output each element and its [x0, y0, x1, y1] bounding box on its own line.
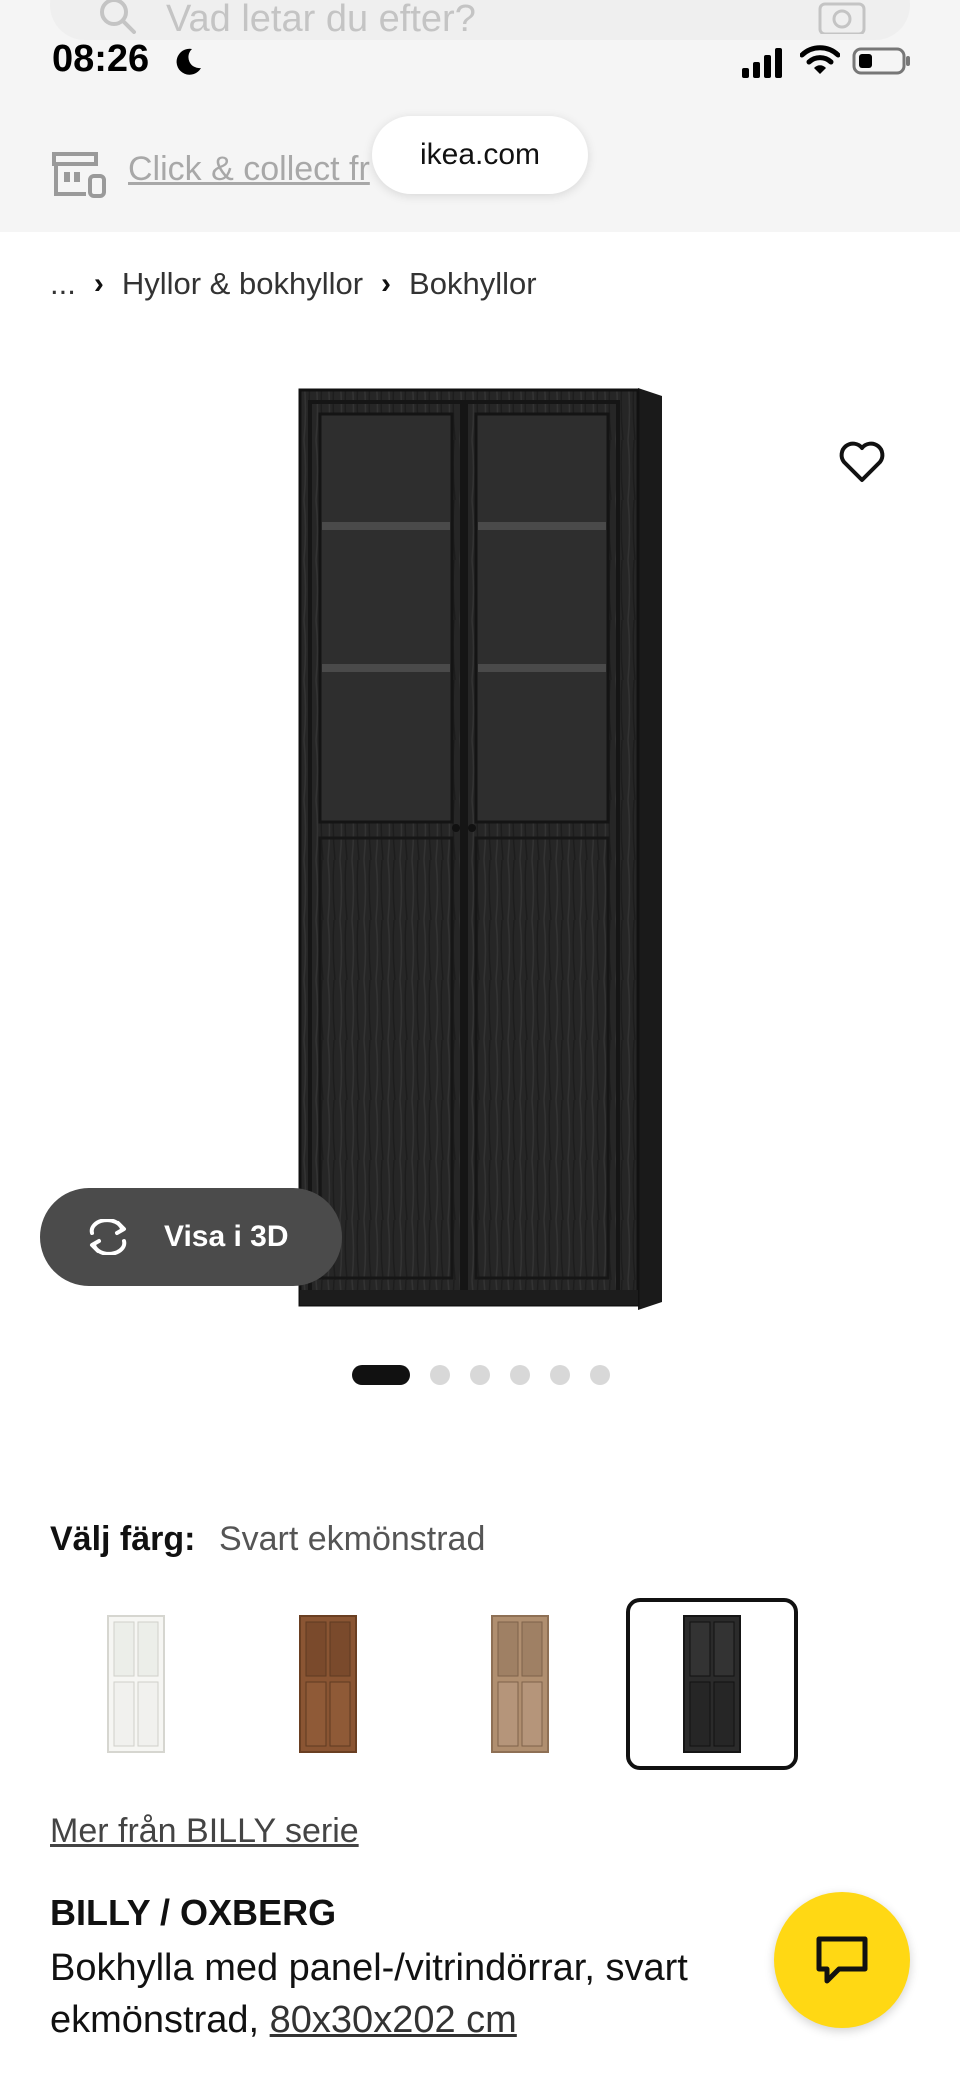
breadcrumb-ellipsis[interactable]: ...	[50, 266, 76, 302]
gallery-dot-3[interactable]	[470, 1365, 490, 1385]
product-name: BILLY / OXBERG	[50, 1892, 337, 1933]
color-selector-label: Välj färg: Svart ekmönstrad	[50, 1520, 485, 1559]
swatch-black-oak[interactable]	[626, 1598, 798, 1770]
moon-icon	[176, 48, 201, 75]
color-value: Svart ekmönstrad	[218, 1520, 486, 1558]
status-bar: 08:26	[0, 30, 960, 90]
view-3d-button[interactable]: Visa i 3D	[40, 1188, 342, 1286]
status-time: 08:26	[52, 38, 150, 80]
search-icon	[100, 0, 136, 34]
chevron-right-icon: ›	[381, 267, 392, 300]
store-icon	[52, 152, 106, 198]
swatch-black-oak-thumbnail	[683, 1615, 741, 1753]
swatch-white-thumbnail	[107, 1615, 165, 1753]
gallery-dot-1[interactable]	[352, 1365, 410, 1385]
gallery-dot-2[interactable]	[430, 1365, 450, 1385]
product-description: Bokhylla med panel-/vitrindörrar, svart …	[50, 1942, 780, 2046]
top-header: Vad letar du efter? 08:26 Click & collec…	[0, 0, 960, 232]
series-link[interactable]: Mer från BILLY serie	[50, 1812, 359, 1851]
product-image[interactable]	[290, 380, 670, 1310]
camera-icon[interactable]	[818, 0, 866, 34]
swatch-white[interactable]	[50, 1598, 222, 1770]
chevron-right-icon: ›	[93, 267, 104, 300]
gallery-dot-5[interactable]	[550, 1365, 570, 1385]
heart-icon[interactable]	[838, 440, 886, 484]
click-collect-link[interactable]: Click & collect fr	[128, 150, 370, 189]
chat-icon	[816, 1936, 868, 1984]
breadcrumb-item-bookcases[interactable]: Bokhyllor	[409, 266, 537, 302]
gallery-dot-4[interactable]	[510, 1365, 530, 1385]
gallery-dot-6[interactable]	[590, 1365, 610, 1385]
swatch-oak[interactable]	[434, 1598, 606, 1770]
color-label: Välj färg:	[50, 1520, 196, 1558]
swatch-oak-thumbnail	[491, 1615, 549, 1753]
gallery-pagination	[352, 1364, 610, 1386]
signal-icon	[742, 48, 782, 78]
swatch-brown[interactable]	[242, 1598, 414, 1770]
battery-icon	[852, 47, 910, 75]
view-3d-label: Visa i 3D	[164, 1220, 289, 1253]
breadcrumb-item-shelves[interactable]: Hyllor & bokhyllor	[122, 266, 363, 302]
swatch-brown-thumbnail	[299, 1615, 357, 1753]
chat-button[interactable]	[774, 1892, 910, 2028]
wifi-icon	[800, 45, 840, 74]
rotate-3d-icon	[89, 1219, 127, 1255]
url-pill[interactable]: ikea.com	[372, 116, 588, 194]
product-dimensions-link[interactable]: 80x30x202 cm	[270, 1999, 517, 2041]
breadcrumb: ... › Hyllor & bokhyllor › Bokhyllor	[50, 264, 537, 304]
color-swatches	[50, 1598, 798, 1770]
